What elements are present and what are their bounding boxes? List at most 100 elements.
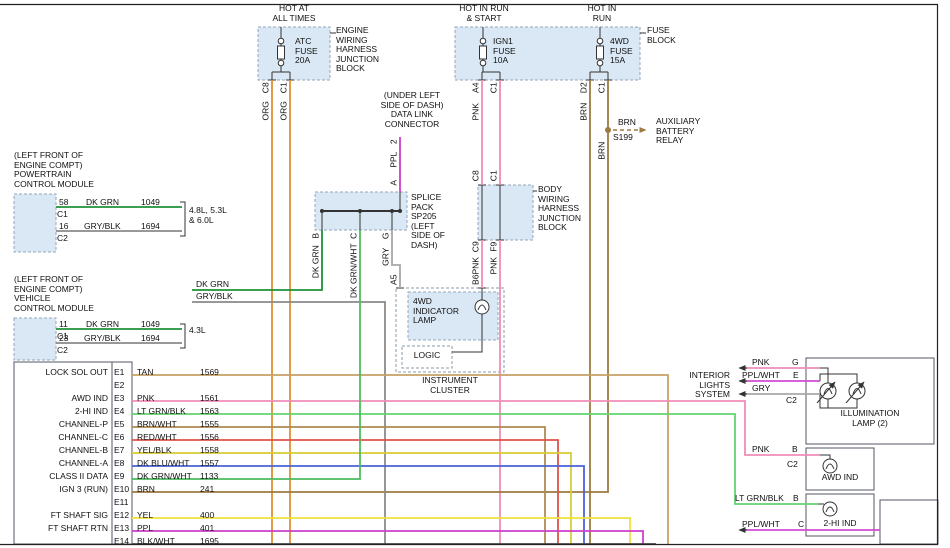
vcm-connector-c2: C2 (57, 346, 68, 356)
module-pin: E7 (114, 446, 124, 456)
module-signal-label: LOCK SOL OUT (16, 368, 108, 378)
logic-label: LOGIC (402, 351, 452, 361)
module-signal-label: IGN 3 (RUN) (16, 485, 108, 495)
connector-c1-label: C1 (489, 136, 499, 216)
module-wire-name: TAN (137, 368, 153, 378)
module-circuit-number: 1556 (200, 433, 219, 443)
module-pin: E12 (114, 511, 129, 521)
pcm-title: (LEFT FRONT OF ENGINE COMPT) POWERTRAIN … (14, 151, 94, 189)
vcm-circuit-23: 1694 (141, 334, 160, 344)
module-wire-name: DK GRN/WHT (137, 472, 192, 482)
engine-variant-v8-label: 4.8L, 5.3L & 6.0L (189, 206, 227, 225)
hot-at-all-times-label: HOT AT ALL TIMES (254, 4, 334, 23)
atc-fuse-terminal-top (278, 38, 284, 44)
pcm-connector-c2: C2 (57, 234, 68, 244)
wire-color-brn-label: BRN (579, 72, 589, 152)
ign1-fuse-terminal-bottom (480, 60, 486, 66)
module-wire-name: DK BLU/WHT (137, 459, 189, 469)
module-pin: E8 (114, 459, 124, 469)
vcm-pin-23: 23 (59, 334, 68, 344)
wire-color-gry-label: GRY (752, 384, 770, 394)
module-wire-name: BLK/WHT (137, 537, 175, 547)
atc-fuse-label: ATC FUSE 20A (295, 37, 318, 66)
module-circuit-number: 1557 (200, 459, 219, 469)
module-wire-name: PPL (137, 524, 153, 534)
module-signal-label: AWD IND (16, 394, 108, 404)
module-signal-label: FT SHAFT RTN (16, 524, 108, 534)
module-circuit-number: 1558 (200, 446, 219, 456)
instrument-cluster-label: INSTRUMENT CLUSTER (403, 376, 497, 395)
module-circuit-number: 401 (200, 524, 214, 534)
pcm-box (14, 194, 56, 252)
connector-a5-label: A5 (389, 240, 399, 320)
engine-variant-brackets (180, 202, 185, 348)
body-junction-block-label: BODY WIRING HARNESS JUNCTION BLOCK (538, 185, 581, 233)
vcm-wire-11: DK GRN (86, 320, 119, 330)
wire-color-dkgrnwht-label: DK GRN/WHT (349, 231, 359, 311)
wire-pnk-e3 (132, 401, 820, 455)
4wd-fuse-terminal-top (597, 38, 603, 44)
module-wire-name: PNK (137, 394, 154, 404)
terminal-b-label: B (792, 445, 798, 455)
module-pin: E3 (114, 394, 124, 404)
pcm-pin-58: 58 (59, 198, 68, 208)
2hi-ind-lamp-icon (823, 502, 837, 516)
wire-color-pnk-label: PNK (752, 445, 769, 455)
wire-color-dkgrn-horiz-label: DK GRN (196, 280, 229, 290)
wire-brnwht-e5 (132, 427, 545, 544)
wire-color-pplwht-label: PPL/WHT (742, 520, 780, 530)
module-wire-name: LT GRN/BLK (137, 407, 186, 417)
module-circuit-number: 400 (200, 511, 214, 521)
splice-pack-label: SPLICE PACK SP205 (LEFT SIDE OF DASH) (411, 193, 445, 250)
connector-c8-label: C8 (471, 136, 481, 216)
module-circuit-number: 1133 (200, 472, 218, 482)
vcm-wire-23: GRY/BLK (84, 334, 121, 344)
s199-label: S199 (613, 133, 633, 143)
module-wire-name: BRN/WHT (137, 420, 177, 430)
wire-color-org-label: ORG (261, 71, 271, 151)
bottom-right-box (880, 500, 938, 544)
illumination-lamp-label: ILLUMINATION LAMP (2) (810, 409, 930, 428)
wire-color-pplwht-label: PPL/WHT (742, 371, 780, 381)
module-wire-name: YEL (137, 511, 153, 521)
terminal-e-label: E (793, 371, 799, 381)
pcm-pin-16: 16 (59, 222, 68, 232)
wire-color-pnk-label: PNK (489, 226, 499, 306)
hot-in-run-label: HOT IN RUN (570, 4, 634, 23)
aux-battery-relay-label: AUXILIARY BATTERY RELAY (656, 117, 700, 146)
terminal-b-label: B (793, 494, 799, 504)
module-circuit-number: 241 (200, 485, 214, 495)
module-signal-label: 2-HI IND (16, 407, 108, 417)
ign1-fuse-terminal-top (480, 38, 486, 44)
connector-c1-label: C1 (489, 48, 499, 128)
module-pin: E9 (114, 472, 124, 482)
module-signal-label: CHANNEL-C (16, 433, 108, 443)
pcm-connector-c1: C1 (57, 210, 68, 220)
connector-b6-label: B6 (471, 240, 481, 320)
4wd-fuse-label: 4WD FUSE 15A (610, 37, 633, 66)
module-signal-label: CLASS II DATA (16, 472, 108, 482)
module-pin: E4 (114, 407, 124, 417)
vcm-circuit-11: 1049 (141, 320, 160, 330)
module-pin: E1 (114, 368, 124, 378)
4wd-indicator-lamp-label: 4WD INDICATOR LAMP (413, 297, 459, 326)
connector-c2-label: C2 (787, 460, 798, 470)
hot-in-run-start-label: HOT IN RUN & START (444, 4, 524, 23)
wire-color-gryblk-horiz-label: GRY/BLK (196, 292, 233, 302)
wire-color-org-label: ORG (279, 71, 289, 151)
wiring-diagram: HOT AT ALL TIMES ENGINE WIRING HARNESS J… (0, 0, 950, 548)
s199-wire-color-label: BRN (618, 118, 636, 128)
module-signal-label: FT SHAFT SIG (16, 511, 108, 521)
terminal-c-label: C (798, 520, 804, 530)
module-circuit-number: 1695 (200, 537, 219, 547)
module-wire-name: YEL/BLK (137, 446, 172, 456)
engine-variant-v6-label: 4.3L (189, 326, 206, 336)
wire-color-dkgrn-label: DK GRN (311, 222, 321, 302)
pcm-wire-16: GRY/BLK (84, 222, 121, 232)
module-pin: E5 (114, 420, 124, 430)
terminal-g-label: G (792, 358, 799, 368)
module-pin: E10 (114, 485, 129, 495)
pcm-circuit-58: 1049 (141, 198, 160, 208)
wire-color-ltgrnblk-label: LT GRN/BLK (735, 494, 784, 504)
wire-color-brn-label: BRN (597, 111, 607, 191)
